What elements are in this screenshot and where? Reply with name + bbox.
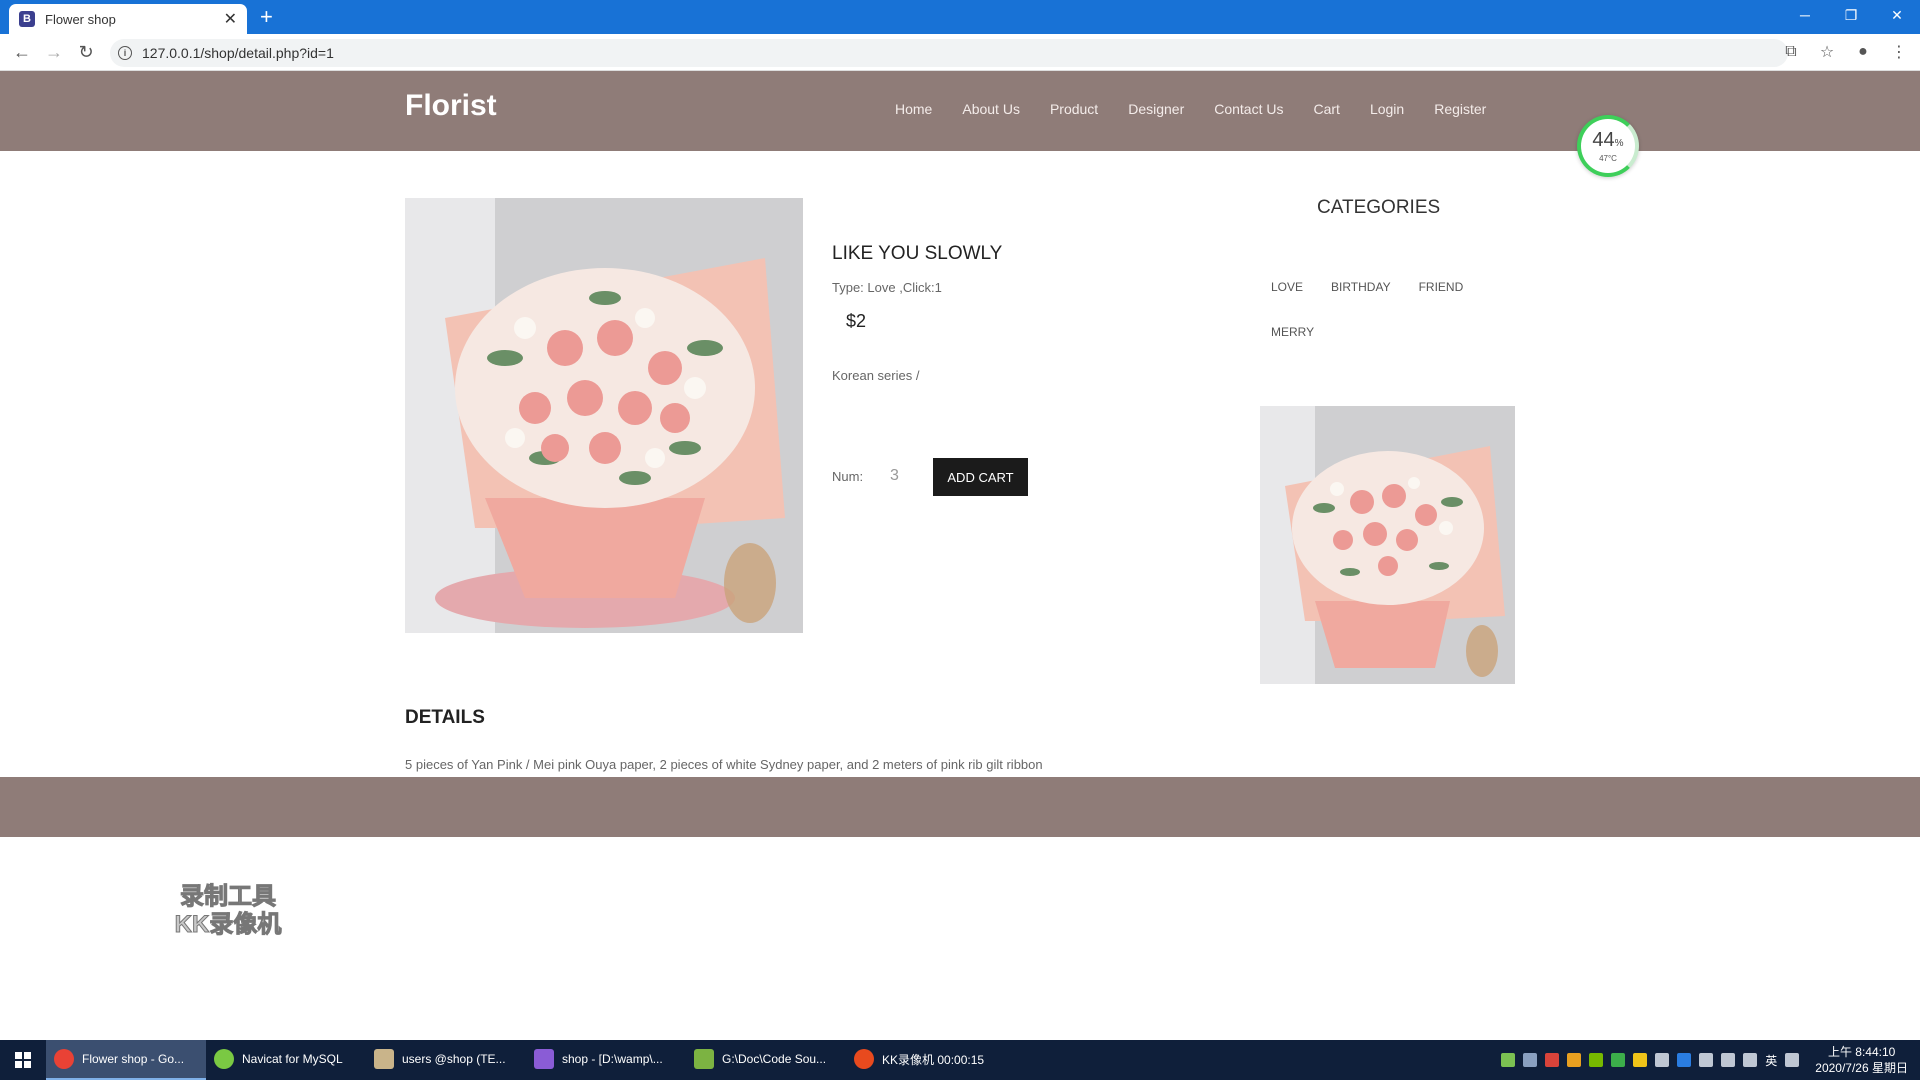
categories-list: LOVE BIRTHDAY FRIEND MERRY xyxy=(1271,280,1501,370)
tab-close-icon[interactable]: ✕ xyxy=(224,9,237,29)
add-cart-button[interactable]: ADD CART xyxy=(933,458,1028,496)
tray-app-icon[interactable] xyxy=(1633,1053,1648,1067)
taskbar-item-label: shop - [D:\wamp\... xyxy=(562,1052,663,1066)
taskbar-item-label: Flower shop - Go... xyxy=(82,1052,185,1066)
browser-tab-bar: B Flower shop ✕ + ─ ❐ ✕ xyxy=(0,0,1920,34)
tray-bluetooth-icon[interactable] xyxy=(1677,1053,1692,1067)
profile-icon[interactable]: ● xyxy=(1852,41,1874,63)
taskbar-item-label: users @shop (TE... xyxy=(402,1052,506,1066)
address-bar: ← → ↻ i 127.0.0.1/shop/detail.php?id=1 ⧉… xyxy=(0,34,1920,71)
tray-volume-icon[interactable] xyxy=(1743,1053,1758,1067)
keyboard-icon[interactable] xyxy=(1785,1053,1800,1067)
nav-about-us[interactable]: About Us xyxy=(962,101,1020,117)
bouquet-illustration xyxy=(405,198,803,633)
category-merry[interactable]: MERRY xyxy=(1271,325,1314,339)
phpstorm-icon xyxy=(534,1049,554,1069)
back-icon[interactable]: ← xyxy=(10,40,34,64)
tray-app-icon[interactable] xyxy=(1567,1053,1582,1067)
chrome-icon xyxy=(54,1049,74,1069)
gauge-temperature: 47°C xyxy=(1599,153,1617,163)
bookmark-star-icon[interactable]: ☆ xyxy=(1816,41,1838,63)
restore-icon[interactable]: ❐ xyxy=(1828,0,1874,30)
taskbar-item-chrome[interactable]: Flower shop - Go... xyxy=(46,1040,206,1080)
browser-tab[interactable]: B Flower shop ✕ xyxy=(9,4,247,34)
taskbar-item-phpstorm[interactable]: shop - [D:\wamp\... xyxy=(526,1040,686,1080)
tray-app-icon[interactable] xyxy=(1611,1053,1626,1067)
tab-favicon-icon: B xyxy=(19,11,35,27)
tray-shield-icon[interactable] xyxy=(1545,1053,1560,1067)
nav-product[interactable]: Product xyxy=(1050,101,1098,117)
details-title: DETAILS xyxy=(405,707,485,728)
tray-cloud-icon[interactable] xyxy=(1523,1053,1538,1067)
category-friend[interactable]: FRIEND xyxy=(1419,280,1464,294)
main-nav: Home About Us Product Designer Contact U… xyxy=(880,101,1501,117)
site-footer xyxy=(0,777,1920,837)
table-icon xyxy=(374,1049,394,1069)
quantity-label: Num: xyxy=(832,469,864,484)
product-price: $2 xyxy=(846,311,867,331)
taskbar-item-label: Navicat for MySQL xyxy=(242,1052,343,1066)
taskbar-item-label: G:\Doc\Code Sou... xyxy=(722,1052,827,1066)
nav-login[interactable]: Login xyxy=(1370,101,1404,117)
product-title: LIKE YOU SLOWLY xyxy=(832,243,1003,264)
clock-date: 2020/7/26 星期日 xyxy=(1815,1061,1908,1075)
tab-title: Flower shop xyxy=(45,11,116,27)
address-bar-actions: ⧉ ☆ ● ⋮ xyxy=(1780,41,1910,63)
product-image xyxy=(405,198,803,633)
omnibox[interactable]: i 127.0.0.1/shop/detail.php?id=1 xyxy=(110,39,1788,67)
taskbar-item-users-table[interactable]: users @shop (TE... xyxy=(366,1040,526,1080)
nav-cart[interactable]: Cart xyxy=(1313,101,1339,117)
nav-register[interactable]: Register xyxy=(1434,101,1486,117)
category-birthday[interactable]: BIRTHDAY xyxy=(1331,280,1391,294)
windows-taskbar: Flower shop - Go... Navicat for MySQL us… xyxy=(0,1040,1920,1080)
close-window-icon[interactable]: ✕ xyxy=(1874,0,1920,30)
system-tray: 英 上午 8:44:10 2020/7/26 星期日 xyxy=(1501,1040,1920,1080)
tray-battery-icon[interactable] xyxy=(1699,1053,1714,1067)
url-text[interactable]: 127.0.0.1/shop/detail.php?id=1 xyxy=(142,45,334,61)
taskbar-item-notepad[interactable]: G:\Doc\Code Sou... xyxy=(686,1040,846,1080)
window-controls: ─ ❐ ✕ xyxy=(1782,0,1920,30)
minimize-icon[interactable]: ─ xyxy=(1782,0,1828,30)
details-text: 5 pieces of Yan Pink / Mei pink Ouya pap… xyxy=(405,757,1043,772)
forward-icon[interactable]: → xyxy=(42,40,66,64)
recorder-watermark: 录制工具 KK录像机 xyxy=(158,883,298,939)
translate-icon[interactable]: ⧉ xyxy=(1780,41,1802,63)
new-tab-icon[interactable]: + xyxy=(260,4,273,30)
site-logo[interactable]: Florist xyxy=(405,89,497,123)
taskbar-item-label: KK录像机 00:00:15 xyxy=(882,1052,985,1067)
category-love[interactable]: LOVE xyxy=(1271,280,1303,294)
menu-kebab-icon[interactable]: ⋮ xyxy=(1888,41,1910,63)
nav-designer[interactable]: Designer xyxy=(1128,101,1184,117)
nav-contact-us[interactable]: Contact Us xyxy=(1214,101,1283,117)
notepad-icon xyxy=(694,1049,714,1069)
tray-network-icon[interactable] xyxy=(1721,1053,1736,1067)
ime-indicator[interactable]: 英 xyxy=(1765,1052,1777,1069)
clock-time: 上午 8:44:10 xyxy=(1827,1045,1896,1059)
windows-logo-icon xyxy=(15,1052,31,1068)
sidebar-bouquet-illustration xyxy=(1260,406,1515,684)
categories-title: CATEGORIES xyxy=(1317,197,1441,218)
product-meta: Type: Love ,Click:1 xyxy=(832,280,942,295)
watermark-line2: KK录像机 xyxy=(174,911,282,939)
taskbar-item-navicat[interactable]: Navicat for MySQL xyxy=(206,1040,366,1080)
taskbar-clock[interactable]: 上午 8:44:10 2020/7/26 星期日 xyxy=(1815,1044,1908,1076)
nav-home[interactable]: Home xyxy=(895,101,932,117)
watermark-line1: 录制工具 xyxy=(180,883,277,911)
taskbar-item-kk-recorder[interactable]: KK录像机 00:00:15 xyxy=(846,1040,1006,1080)
recorder-icon xyxy=(854,1049,874,1069)
tray-usb-icon[interactable] xyxy=(1655,1053,1670,1067)
quantity-input[interactable] xyxy=(882,461,922,491)
navicat-icon xyxy=(214,1049,234,1069)
site-info-icon[interactable]: i xyxy=(118,46,132,60)
tray-app-icon[interactable] xyxy=(1501,1053,1516,1067)
reload-icon[interactable]: ↻ xyxy=(74,40,98,64)
tray-nvidia-icon[interactable] xyxy=(1589,1053,1604,1067)
sidebar-product-image[interactable] xyxy=(1260,406,1515,684)
cpu-gauge-widget[interactable]: 44% 47°C xyxy=(1577,115,1639,177)
product-series: Korean series / xyxy=(832,368,920,383)
start-button[interactable] xyxy=(0,1040,46,1080)
gauge-percent: 44% xyxy=(1592,128,1624,151)
